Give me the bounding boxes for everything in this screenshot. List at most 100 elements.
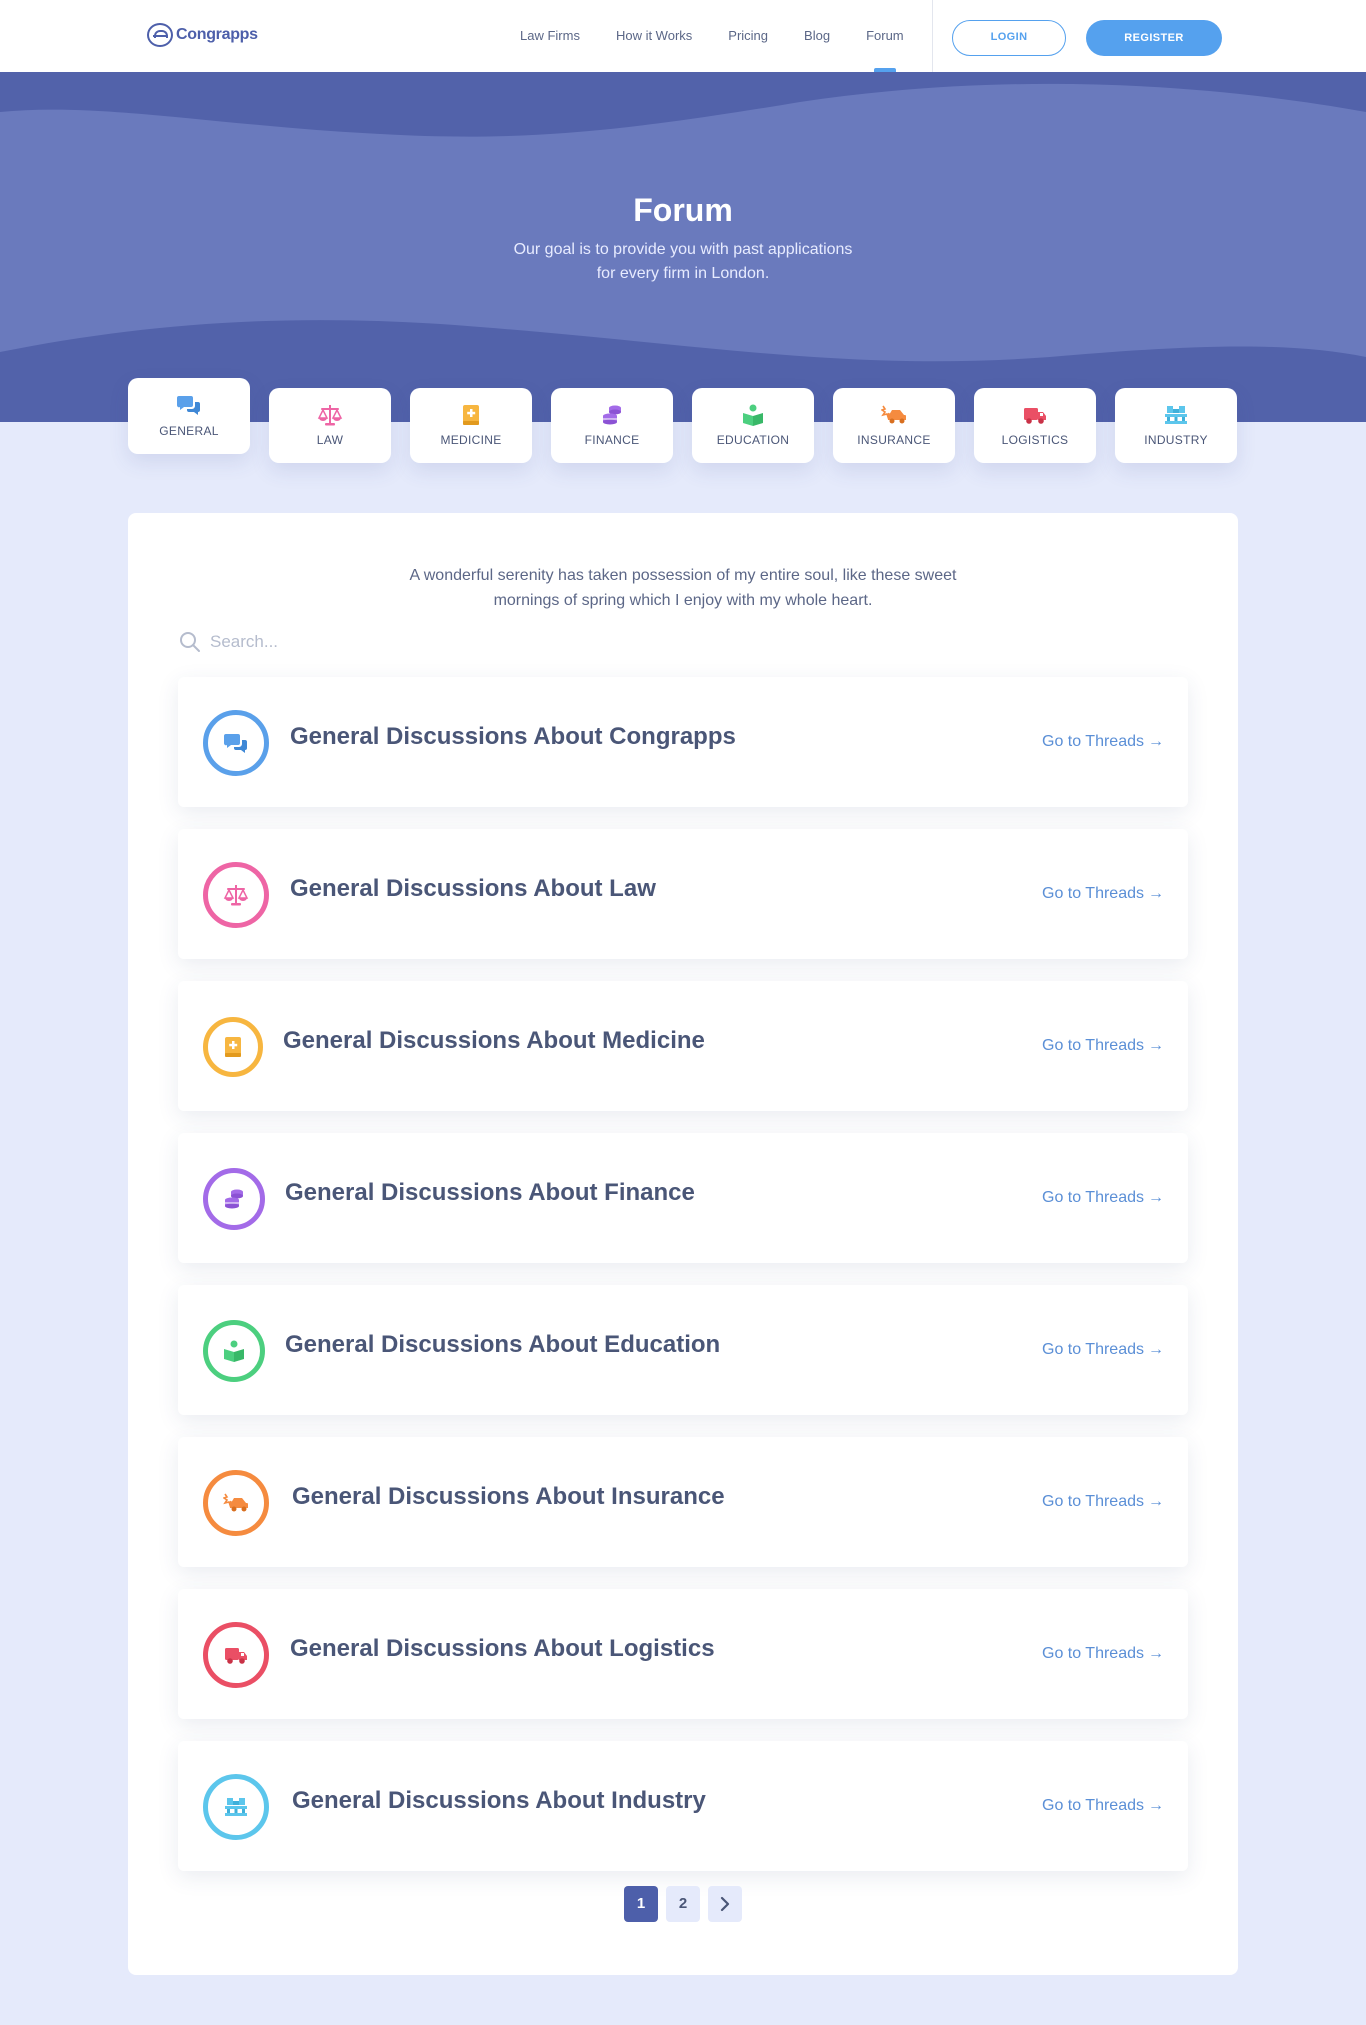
category-label-industry: INDUSTRY xyxy=(1144,433,1208,447)
car-crash-icon xyxy=(881,405,906,424)
go-to-threads-label: Go to Threads xyxy=(1042,1189,1144,1206)
category-label-education: EDUCATION xyxy=(716,433,790,447)
category-label-general: GENERAL xyxy=(159,424,219,438)
forum-row-medicine[interactable]: General Discussions About Medicine Go to… xyxy=(178,981,1188,1111)
go-to-threads-link[interactable]: Go to Threads → xyxy=(1042,1341,1164,1359)
go-to-threads-link[interactable]: Go to Threads → xyxy=(1042,1189,1164,1207)
next-page-button[interactable] xyxy=(708,1886,742,1922)
open-book-icon xyxy=(224,1340,244,1362)
pallet-boxes-icon xyxy=(225,1798,247,1816)
truck-icon xyxy=(225,1648,247,1664)
search-icon xyxy=(180,632,200,652)
category-tab-education[interactable]: EDUCATION xyxy=(692,388,814,463)
chevron-right-icon xyxy=(720,1896,730,1912)
forum-title: General Discussions About Finance xyxy=(285,1179,695,1206)
scales-icon xyxy=(317,405,343,426)
go-to-threads-link[interactable]: Go to Threads → xyxy=(1042,1645,1164,1663)
forum-row-education[interactable]: General Discussions About Education Go t… xyxy=(178,1285,1188,1415)
coins-stack-icon xyxy=(603,405,621,425)
page-button-2[interactable]: 2 xyxy=(666,1886,700,1922)
category-tab-insurance[interactable]: INSURANCE xyxy=(833,388,955,463)
forum-icon-circle xyxy=(203,1622,269,1688)
pagination: 1 2 xyxy=(128,1886,1238,1922)
arrow-right-icon: → xyxy=(1148,1189,1164,1206)
hero-subtitle: Our goal is to provide you with past app… xyxy=(0,238,1366,286)
category-label-law: LAW xyxy=(316,433,344,447)
forum-row-logistics[interactable]: General Discussions About Logistics Go t… xyxy=(178,1589,1188,1719)
category-tab-finance[interactable]: FINANCE xyxy=(551,388,673,463)
category-label-medicine: MEDICINE xyxy=(440,433,502,447)
go-to-threads-label: Go to Threads xyxy=(1042,1341,1144,1358)
category-tab-logistics[interactable]: LOGISTICS xyxy=(974,388,1096,463)
hero-subtitle-line1: Our goal is to provide you with past app… xyxy=(513,241,853,258)
category-tab-law[interactable]: LAW xyxy=(269,388,391,463)
forum-row-insurance[interactable]: General Discussions About Insurance Go t… xyxy=(178,1437,1188,1567)
nav-divider xyxy=(932,0,933,72)
forum-icon-circle xyxy=(203,862,269,928)
forum-icon-circle xyxy=(203,1017,263,1077)
brand-name: Congrapps xyxy=(176,26,258,43)
login-button[interactable]: LOGIN xyxy=(952,20,1066,56)
category-label-insurance: INSURANCE xyxy=(857,433,931,447)
nav-link-blog[interactable]: Blog xyxy=(804,0,830,72)
go-to-threads-link[interactable]: Go to Threads → xyxy=(1042,1493,1164,1511)
category-tab-industry[interactable]: INDUSTRY xyxy=(1115,388,1237,463)
category-tab-general[interactable]: GENERAL xyxy=(128,378,250,454)
forum-title: General Discussions About Law xyxy=(290,875,656,902)
nav-link-how-it-works[interactable]: How it Works xyxy=(616,0,692,72)
pallet-boxes-icon xyxy=(1165,406,1187,424)
open-book-icon xyxy=(743,404,763,426)
forum-title: General Discussions About Industry xyxy=(292,1787,706,1814)
forum-icon-circle xyxy=(203,1774,269,1840)
hero-banner: Forum Our goal is to provide you with pa… xyxy=(0,72,1366,422)
forum-icon-circle xyxy=(203,1168,265,1230)
page-title: Forum xyxy=(633,192,733,228)
forum-icon-circle xyxy=(203,1320,265,1382)
category-label-finance: FINANCE xyxy=(584,433,640,447)
search-bar xyxy=(178,627,578,657)
page-button-1[interactable]: 1 xyxy=(624,1886,658,1922)
forum-title: General Discussions About Logistics xyxy=(290,1635,715,1662)
forum-title: General Discussions About Education xyxy=(285,1331,721,1358)
forum-intro: A wonderful serenity has taken possessio… xyxy=(128,563,1238,613)
go-to-threads-label: Go to Threads xyxy=(1042,1797,1144,1814)
arrow-right-icon: → xyxy=(1148,1797,1164,1814)
arrow-right-icon: → xyxy=(1148,885,1164,902)
go-to-threads-label: Go to Threads xyxy=(1042,1645,1144,1662)
main-nav: Law Firms How it Works Pricing Blog Foru… xyxy=(520,0,940,72)
forum-row-law[interactable]: General Discussions About Law Go to Thre… xyxy=(178,829,1188,959)
forum-intro-line1: A wonderful serenity has taken possessio… xyxy=(409,567,957,584)
forum-row-industry[interactable]: General Discussions About Industry Go to… xyxy=(178,1741,1188,1871)
go-to-threads-label: Go to Threads xyxy=(1042,1493,1144,1510)
forum-row-finance[interactable]: General Discussions About Finance Go to … xyxy=(178,1133,1188,1263)
forum-icon-circle xyxy=(203,710,269,776)
go-to-threads-link[interactable]: Go to Threads → xyxy=(1042,1037,1164,1055)
nav-link-pricing[interactable]: Pricing xyxy=(728,0,768,72)
search-input[interactable] xyxy=(210,632,550,652)
medical-book-icon xyxy=(463,405,479,425)
forum-intro-line2: mornings of spring which I enjoy with my… xyxy=(493,592,873,609)
brand-logo[interactable]: Congrapps xyxy=(147,23,258,47)
chat-bubbles-icon xyxy=(223,734,247,753)
forum-title: General Discussions About Insurance xyxy=(292,1483,725,1510)
nav-link-forum[interactable]: Forum xyxy=(866,0,904,72)
forum-icon-circle xyxy=(203,1470,269,1536)
category-tab-medicine[interactable]: MEDICINE xyxy=(410,388,532,463)
car-crash-icon xyxy=(223,1493,248,1512)
nav-link-law-firms[interactable]: Law Firms xyxy=(520,0,580,72)
register-button[interactable]: REGISTER xyxy=(1086,20,1222,56)
arrow-right-icon: → xyxy=(1148,1645,1164,1662)
arrow-right-icon: → xyxy=(1148,1493,1164,1510)
truck-icon xyxy=(1024,408,1046,424)
go-to-threads-link[interactable]: Go to Threads → xyxy=(1042,733,1164,751)
go-to-threads-link[interactable]: Go to Threads → xyxy=(1042,885,1164,903)
go-to-threads-link[interactable]: Go to Threads → xyxy=(1042,1797,1164,1815)
forum-title: General Discussions About Medicine xyxy=(283,1027,705,1054)
medical-book-icon xyxy=(225,1037,241,1057)
forum-row-congrapps[interactable]: General Discussions About Congrapps Go t… xyxy=(178,677,1188,807)
hero-subtitle-line2: for every firm in London. xyxy=(596,265,770,282)
top-navbar: Congrapps Law Firms How it Works Pricing… xyxy=(0,0,1366,72)
go-to-threads-label: Go to Threads xyxy=(1042,733,1144,750)
coins-stack-icon xyxy=(225,1189,243,1209)
forum-panel: A wonderful serenity has taken possessio… xyxy=(128,513,1238,1975)
